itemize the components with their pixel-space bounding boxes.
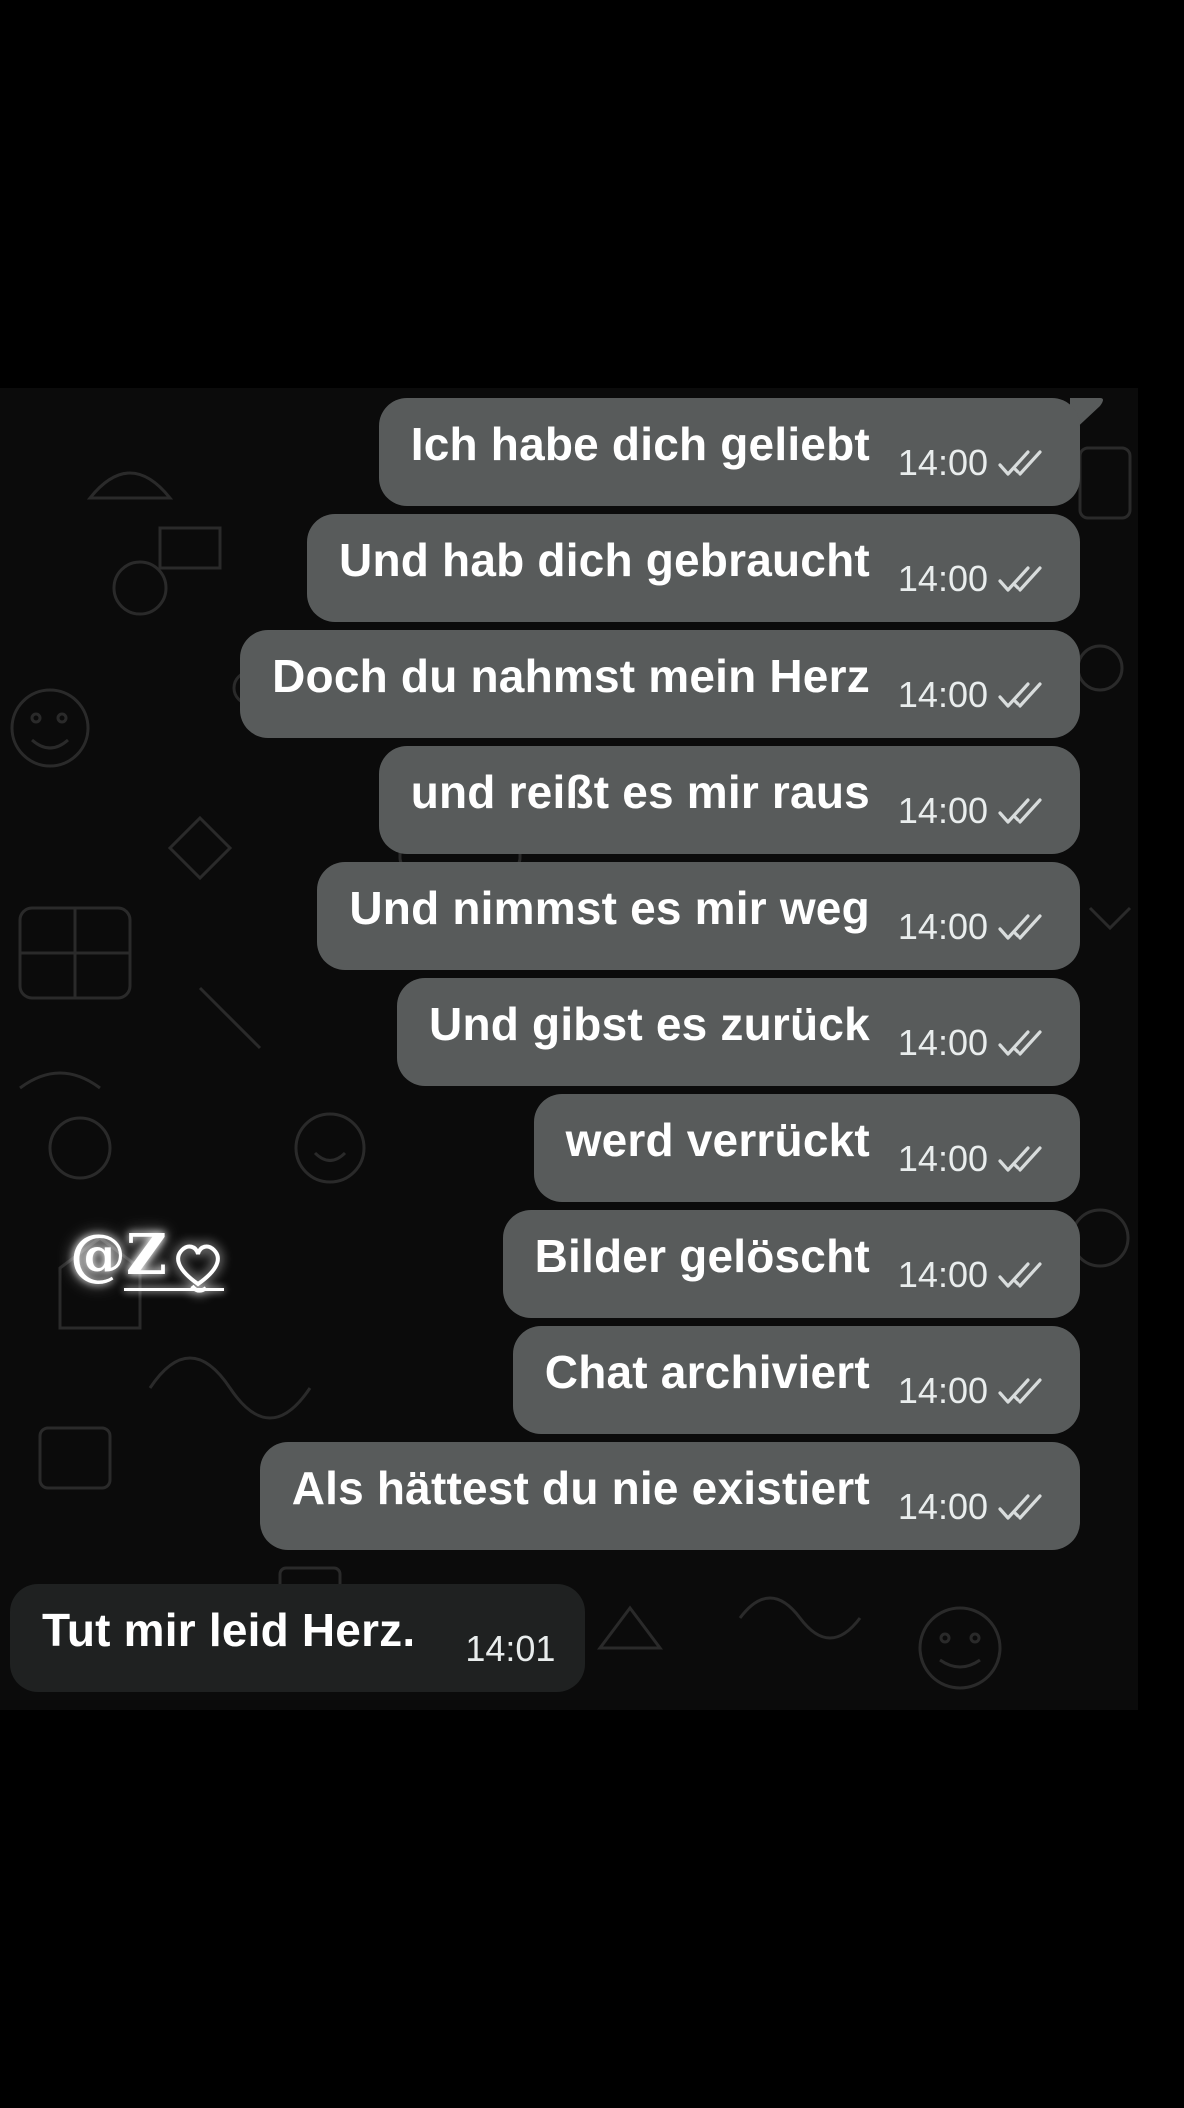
message-text: werd verrückt xyxy=(565,1114,870,1166)
message-bubble-outgoing[interactable]: Und nimmst es mir weg 14:00 xyxy=(317,862,1080,970)
message-bubble-outgoing[interactable]: Und gibst es zurück 14:00 xyxy=(397,978,1080,1086)
watermark-underline xyxy=(124,1288,224,1291)
message-bubble-outgoing[interactable]: und reißt es mir raus 14:00 xyxy=(378,746,1080,854)
message-meta: 14:00 xyxy=(898,1486,1052,1528)
double-check-icon xyxy=(998,682,1042,708)
message-text: und reißt es mir raus xyxy=(410,766,870,818)
double-check-icon xyxy=(998,450,1042,476)
message-bubble-outgoing[interactable]: Doch du nahmst mein Herz 14:00 xyxy=(240,630,1080,738)
message-meta: 14:00 xyxy=(898,558,1052,600)
double-check-icon xyxy=(998,1494,1042,1520)
message-time: 14:00 xyxy=(897,906,988,947)
message-meta: 14:00 xyxy=(898,1138,1052,1180)
message-bubble-outgoing[interactable]: Als hättest du nie existiert 14:00 xyxy=(259,1442,1080,1550)
double-check-icon xyxy=(998,798,1042,824)
message-text: Und nimmst es mir weg xyxy=(349,882,870,934)
message-meta: 14:00 xyxy=(898,1370,1052,1412)
message-meta: 14:01 xyxy=(465,1628,555,1670)
double-check-icon xyxy=(998,1378,1042,1404)
message-bubble-outgoing[interactable]: Chat archiviert 14:00 xyxy=(512,1326,1080,1434)
screen: @Z Ich habe dich geliebt 14:00 Und hab d… xyxy=(0,0,1184,2108)
message-text: Tut mir leid Herz. xyxy=(42,1604,416,1656)
double-check-icon xyxy=(998,1262,1042,1288)
message-time: 14:00 xyxy=(897,1022,988,1063)
message-text: Und hab dich gebraucht xyxy=(339,534,870,586)
message-text: Als hättest du nie existiert xyxy=(291,1462,870,1514)
message-time: 14:00 xyxy=(897,790,988,831)
message-meta: 14:00 xyxy=(898,1254,1052,1296)
message-meta: 14:00 xyxy=(898,906,1052,948)
message-text: Und gibst es zurück xyxy=(429,998,870,1050)
message-time: 14:00 xyxy=(897,1138,988,1179)
double-check-icon xyxy=(998,566,1042,592)
message-bubble-outgoing[interactable]: werd verrückt 14:00 xyxy=(533,1094,1080,1202)
message-text: Doch du nahmst mein Herz xyxy=(272,650,870,702)
message-text: Ich habe dich geliebt xyxy=(410,418,870,470)
message-meta: 14:00 xyxy=(898,790,1052,832)
double-check-icon xyxy=(998,1146,1042,1172)
message-text: Bilder gelöscht xyxy=(534,1230,870,1282)
message-text: Chat archiviert xyxy=(544,1346,870,1398)
watermark-label: @Z xyxy=(70,1222,167,1288)
message-meta: 14:00 xyxy=(898,674,1052,716)
message-bubble-outgoing[interactable]: Und hab dich gebraucht 14:00 xyxy=(307,514,1080,622)
message-bubble-incoming[interactable]: Tut mir leid Herz. 14:01 xyxy=(10,1584,586,1692)
message-time: 14:01 xyxy=(465,1628,556,1669)
double-check-icon xyxy=(998,914,1042,940)
message-time: 14:00 xyxy=(897,674,988,715)
message-time: 14:00 xyxy=(897,442,988,483)
message-time: 14:00 xyxy=(897,1486,988,1527)
message-bubble-outgoing[interactable]: Ich habe dich geliebt 14:00 xyxy=(378,398,1080,506)
double-check-icon xyxy=(998,1030,1042,1056)
message-time: 14:00 xyxy=(897,1370,988,1411)
message-meta: 14:00 xyxy=(898,442,1052,484)
message-bubble-outgoing[interactable]: Bilder gelöscht 14:00 xyxy=(502,1210,1080,1318)
message-meta: 14:00 xyxy=(898,1022,1052,1064)
message-time: 14:00 xyxy=(897,558,988,599)
message-time: 14:00 xyxy=(897,1254,988,1295)
